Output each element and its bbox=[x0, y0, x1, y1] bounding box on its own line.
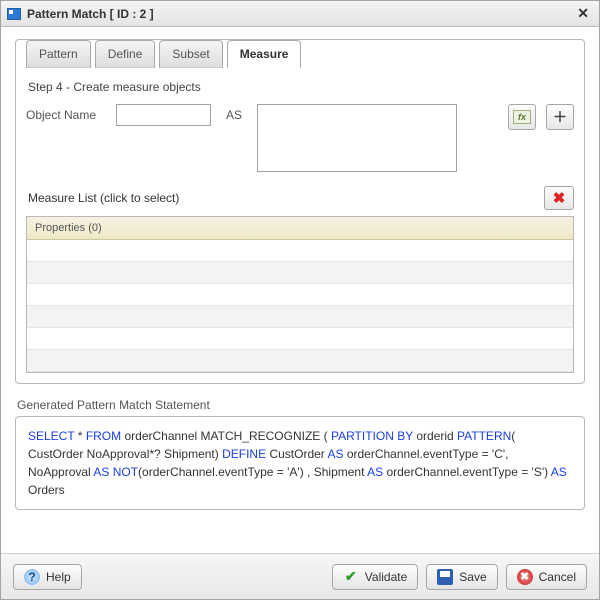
button-bar: ? Help ✔ Validate Save ✖ Cancel bbox=[1, 553, 599, 599]
save-label: Save bbox=[459, 570, 486, 584]
expression-builder-button[interactable]: fx bbox=[508, 104, 536, 130]
table-row[interactable] bbox=[27, 240, 573, 262]
grid-body bbox=[27, 240, 573, 372]
kw-from: FROM bbox=[86, 429, 121, 443]
object-name-label: Object Name bbox=[26, 104, 106, 122]
properties-grid[interactable]: Properties (0) bbox=[26, 216, 574, 373]
stmt-text: orderChannel MATCH_RECOGNIZE ( bbox=[121, 429, 331, 443]
title-bar: Pattern Match [ ID : 2 ] ✕ bbox=[1, 1, 599, 27]
kw-define: DEFINE bbox=[222, 447, 266, 461]
tab-strip: Pattern Define Subset Measure bbox=[26, 40, 574, 68]
measure-list-label: Measure List (click to select) bbox=[28, 191, 179, 205]
grid-header: Properties (0) bbox=[27, 217, 573, 240]
step-label: Step 4 - Create measure objects bbox=[28, 80, 574, 94]
validate-button[interactable]: ✔ Validate bbox=[332, 564, 418, 590]
help-label: Help bbox=[46, 570, 71, 584]
table-row[interactable] bbox=[27, 328, 573, 350]
dialog: Pattern Match [ ID : 2 ] ✕ Pattern Defin… bbox=[0, 0, 600, 600]
stmt-text: (orderChannel.eventType = 'A') , Shipmen… bbox=[138, 465, 367, 479]
help-button[interactable]: ? Help bbox=[13, 564, 82, 590]
tab-pattern[interactable]: Pattern bbox=[26, 40, 91, 68]
app-icon bbox=[7, 8, 21, 20]
add-button[interactable]: ＋ bbox=[546, 104, 574, 130]
cancel-button[interactable]: ✖ Cancel bbox=[506, 564, 587, 590]
kw-asnot: AS NOT bbox=[93, 465, 138, 479]
table-row[interactable] bbox=[27, 306, 573, 328]
close-icon[interactable]: ✕ bbox=[573, 5, 593, 22]
tab-subset[interactable]: Subset bbox=[159, 40, 222, 68]
table-row[interactable] bbox=[27, 284, 573, 306]
config-panel: Pattern Define Subset Measure Step 4 - C… bbox=[15, 39, 585, 384]
x-red-icon: ✖ bbox=[553, 189, 566, 207]
kw-as: AS bbox=[367, 465, 383, 479]
content: Pattern Define Subset Measure Step 4 - C… bbox=[1, 27, 599, 553]
help-icon: ? bbox=[24, 569, 40, 585]
stmt-text: CustOrder bbox=[266, 447, 327, 461]
window-title: Pattern Match [ ID : 2 ] bbox=[27, 7, 154, 21]
stmt-text: orderid bbox=[413, 429, 457, 443]
kw-pattern: PATTERN bbox=[457, 429, 511, 443]
delete-button[interactable]: ✖ bbox=[544, 186, 574, 210]
expression-textarea[interactable] bbox=[257, 104, 457, 172]
tab-define[interactable]: Define bbox=[95, 40, 156, 68]
stmt-text: * bbox=[74, 429, 85, 443]
object-row: Object Name AS fx ＋ bbox=[26, 104, 574, 172]
object-name-input[interactable] bbox=[116, 104, 211, 126]
stmt-text: Orders bbox=[28, 483, 65, 497]
plus-icon: ＋ bbox=[553, 107, 567, 127]
kw-select: SELECT bbox=[28, 429, 74, 443]
kw-as: AS bbox=[551, 465, 567, 479]
cancel-label: Cancel bbox=[539, 570, 576, 584]
validate-label: Validate bbox=[365, 570, 407, 584]
tab-measure[interactable]: Measure bbox=[227, 40, 302, 68]
kw-as: AS bbox=[327, 447, 343, 461]
as-label: AS bbox=[221, 104, 247, 122]
measure-list-header: Measure List (click to select) ✖ bbox=[28, 186, 574, 210]
save-button[interactable]: Save bbox=[426, 564, 497, 590]
check-icon: ✔ bbox=[343, 569, 359, 585]
generated-label: Generated Pattern Match Statement bbox=[17, 398, 585, 412]
table-row[interactable] bbox=[27, 350, 573, 372]
save-icon bbox=[437, 569, 453, 585]
fx-icon: fx bbox=[513, 110, 531, 124]
generated-statement: SELECT * FROM orderChannel MATCH_RECOGNI… bbox=[15, 416, 585, 510]
kw-partition: PARTITION BY bbox=[331, 429, 413, 443]
table-row[interactable] bbox=[27, 262, 573, 284]
cancel-icon: ✖ bbox=[517, 569, 533, 585]
stmt-text: orderChannel.eventType = 'S') bbox=[383, 465, 551, 479]
